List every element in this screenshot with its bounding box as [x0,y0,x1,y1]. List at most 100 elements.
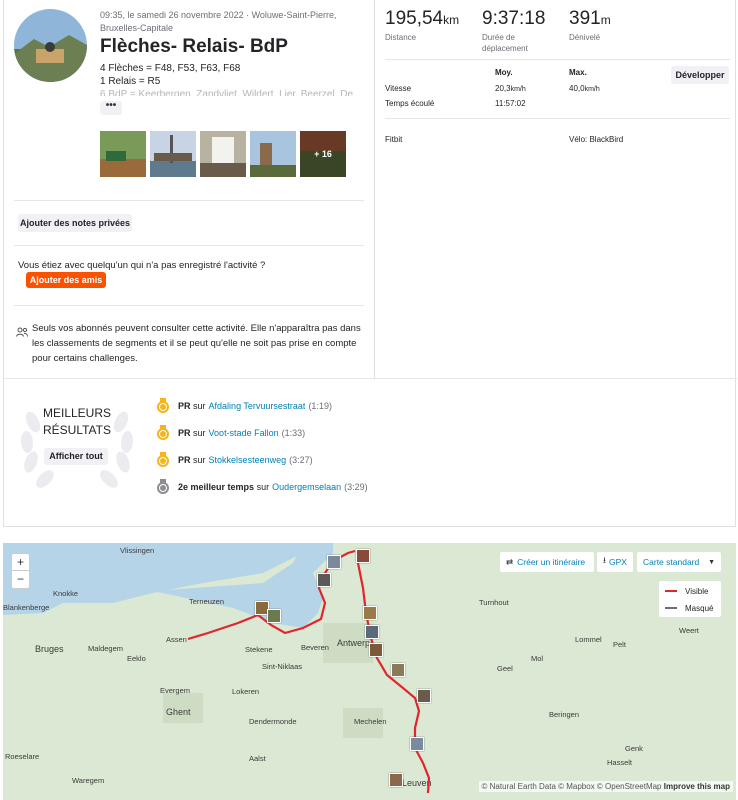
pr-sur: sur [256,482,270,492]
map-photo-marker[interactable] [363,606,377,620]
device-name: Fitbit [385,135,403,144]
pr-row: 2e meilleur temps sur Oudergemselaan (3:… [156,479,368,495]
legend-hidden: Masqué [685,603,714,613]
map-type-label: Carte standard [643,557,700,567]
more-photos-count: + 16 [300,131,346,177]
moving-time-stat: 9:37:18 [482,8,546,29]
distance-value: 195,54 [385,8,444,29]
map-photo-marker[interactable] [389,773,403,787]
avg-column-header: Moy. [495,68,513,77]
speed-max: 40,0km/h [569,84,600,93]
with-someone-text: Vous étiez avec quelqu'un qui n'a pas en… [18,260,266,271]
pr-prefix: PR [178,455,191,465]
pr-prefix: PR [178,428,191,438]
description-line: 1 Relais = R5 [100,76,161,87]
elapsed-value: 11:57:02 [495,99,526,108]
activity-stats: 195,54km Distance 9:37:18 Durée de dépla… [374,0,737,378]
distance-unit: km [443,13,460,27]
followers-icon [16,324,28,337]
bike-name[interactable]: Vélo: BlackBird [569,135,623,144]
divider [385,59,730,60]
segment-time: (1:19) [308,401,332,411]
show-all-button[interactable]: Afficher tout [44,448,108,465]
segment-link[interactable]: Afdaling Tervuursestraat [209,401,306,411]
map-type-select[interactable]: Carte standard ▼ [637,552,721,572]
photo-thumbnail[interactable] [200,131,246,177]
activity-meta: 09:35, le samedi 26 novembre 2022 · Wolu… [100,10,337,33]
segment-time: (3:27) [289,455,313,465]
divider [14,245,364,246]
gpx-label: GPX [608,557,627,567]
chevron-down-icon: ▼ [708,558,715,566]
map-photo-marker[interactable] [410,737,424,751]
speed-unit: km/h [510,86,526,93]
photo-thumbnail[interactable] [250,131,296,177]
segment-time: (3:29) [344,482,368,492]
gpx-download-button[interactable]: ⭳ GPX [597,552,633,572]
best-results-title: MEILLEURS RÉSULTATS [18,405,136,439]
gold-medal-icon [157,398,169,413]
best-results-title-line: RÉSULTATS [42,423,111,437]
pr-prefix: PR [178,401,191,411]
legend-visible: Visible [685,586,709,596]
best-results-title-line: MEILLEURS [42,406,112,420]
map-photo-marker[interactable] [327,555,341,569]
map-legend: Visible Masqué [659,581,721,617]
avatar[interactable] [14,9,87,82]
download-icon: ⭳ [603,555,606,565]
photo-thumbnail[interactable] [100,131,146,177]
description-line: 4 Flèches = F48, F53, F63, F68 [100,63,241,74]
speed-avg: 20,3km/h [495,84,526,93]
map-photo-marker[interactable] [369,643,383,657]
map-photo-marker[interactable] [391,663,405,677]
route-icon: ⇄ [506,556,514,567]
divider [385,118,730,119]
pr-sur: sur [193,401,206,411]
zoom-control: + − [11,553,30,589]
hidden-swatch [665,607,677,609]
divider [14,200,364,201]
map-photo-marker[interactable] [317,573,331,587]
visible-swatch [665,590,677,592]
pr-row: PR sur Afdaling Tervuursestraat (1:19) [156,398,332,414]
zoom-in-button[interactable]: + [12,554,29,571]
pr-prefix: 2e meilleur temps [178,482,255,492]
elevation-stat: 391m [569,8,611,30]
zoom-out-button[interactable]: − [12,571,29,588]
add-friends-button[interactable]: Ajouter des amis [26,272,106,288]
more-button[interactable]: ••• [100,101,122,115]
pr-row: PR sur Stokkelsesteenweg (3:27) [156,452,313,468]
distance-stat: 195,54km [385,8,459,30]
map-photo-marker[interactable] [356,549,370,563]
elevation-unit: m [600,13,611,27]
create-route-button[interactable]: ⇄ Créer un itinéraire [500,552,594,572]
segment-link[interactable]: Oudergemselaan [272,482,341,492]
create-route-label: Créer un itinéraire [517,557,586,567]
gold-medal-icon [157,425,169,440]
map-photo-marker[interactable] [267,609,281,623]
route-map[interactable]: Vlissingen Knokke Blankenberge Terneuzen… [3,543,736,800]
expand-button[interactable]: Développer [671,66,729,84]
gold-medal-icon [157,452,169,467]
attribution-text[interactable]: © Natural Earth Data © Mapbox © OpenStre… [482,782,662,791]
segment-link[interactable]: Voot-stade Fallon [209,428,279,438]
divider [4,378,737,379]
speed-avg-value: 20,3 [495,84,511,93]
improve-map-link[interactable]: Improve this map [664,782,730,791]
photo-thumbnail[interactable] [150,131,196,177]
activity-summary: 09:35, le samedi 26 novembre 2022 · Wolu… [4,0,374,378]
map-photo-marker[interactable] [417,689,431,703]
pr-sur: sur [193,455,206,465]
map-photo-marker[interactable] [365,625,379,639]
activity-description: 4 Flèches = F48, F53, F63, F68 1 Relais … [100,62,360,96]
silver-medal-icon [157,479,169,494]
segment-time: (1:33) [281,428,306,438]
privacy-note: Seuls vos abonnés peuvent consulter cett… [32,323,361,364]
add-private-notes-button[interactable]: Ajouter des notes privées [18,214,132,232]
speed-max-value: 40,0 [569,84,585,93]
segment-link[interactable]: Stokkelsesteenweg [209,455,287,465]
activity-card: 09:35, le samedi 26 novembre 2022 · Wolu… [3,0,737,527]
pr-sur: sur [193,428,206,438]
photo-thumbnail-more[interactable]: + 16 [300,131,346,177]
speed-unit: km/h [584,86,600,93]
